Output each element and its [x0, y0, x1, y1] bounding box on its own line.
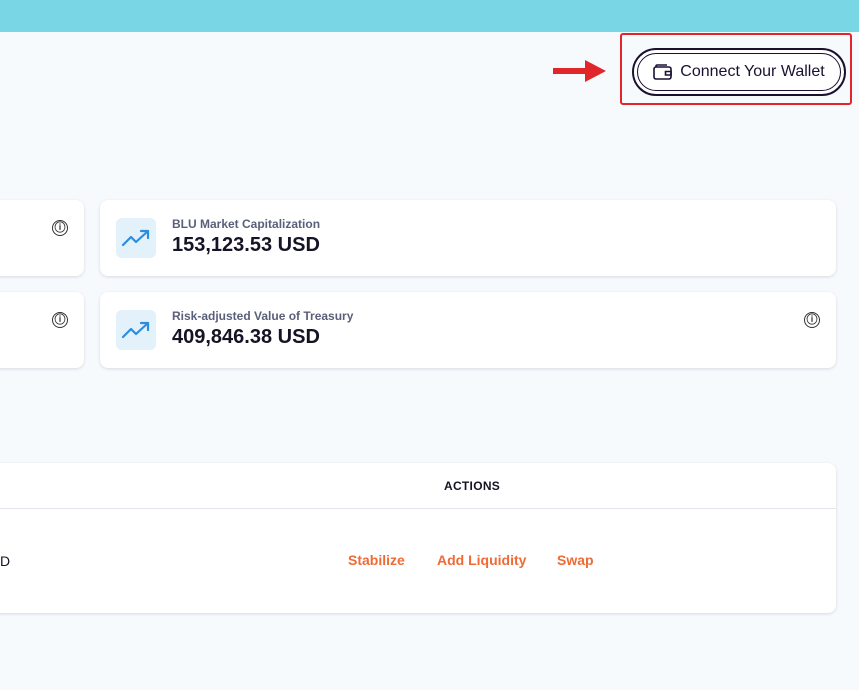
stat-value: 409,846.38 USD — [172, 326, 320, 348]
stat-card-treasury: Risk-adjusted Value of Treasury 409,846.… — [100, 292, 836, 368]
stat-card-left-top: ⓘ — [0, 200, 84, 276]
connect-wallet-button[interactable]: Connect Your Wallet — [632, 48, 846, 96]
assets-table: ACTIONS D Stabilize Add Liquidity Swap — [0, 463, 836, 613]
connect-wallet-label: Connect Your Wallet — [680, 63, 825, 80]
info-icon[interactable]: ⓘ — [804, 312, 820, 328]
annotation-arrow — [553, 60, 606, 82]
stat-card-left-bottom: ⓘ — [0, 292, 84, 368]
stat-label: BLU Market Capitalization — [172, 217, 321, 231]
stabilize-link[interactable]: Stabilize — [348, 552, 405, 568]
table-cell: D — [0, 553, 11, 569]
column-header-actions: ACTIONS — [444, 479, 501, 493]
top-banner — [0, 0, 859, 32]
wallet-icon — [653, 64, 673, 80]
add-liquidity-link[interactable]: Add Liquidity — [437, 552, 526, 568]
swap-link[interactable]: Swap — [557, 552, 594, 568]
trending-up-icon — [116, 310, 156, 350]
info-icon[interactable]: ⓘ — [52, 220, 68, 236]
table-divider — [0, 508, 836, 509]
stat-value: 153,123.53 USD — [172, 234, 320, 256]
stat-card-market-cap: BLU Market Capitalization 153,123.53 USD — [100, 200, 836, 276]
stat-label: Risk-adjusted Value of Treasury — [172, 309, 354, 323]
trending-up-icon — [116, 218, 156, 258]
info-icon[interactable]: ⓘ — [52, 312, 68, 328]
